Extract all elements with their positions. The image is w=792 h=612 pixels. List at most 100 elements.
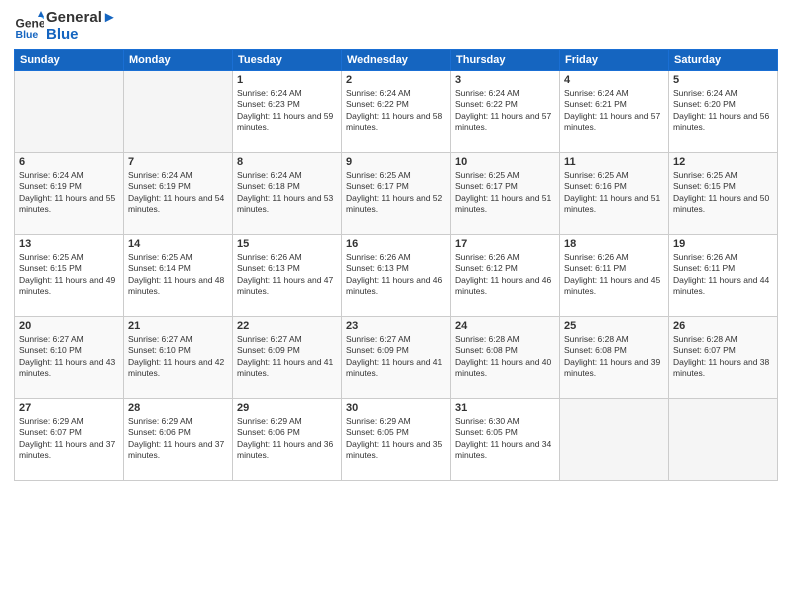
day-cell: 6 Sunrise: 6:24 AM Sunset: 6:19 PM Daylig… — [15, 153, 124, 235]
week-row-1: 1Sunrise: 6:24 AM Sunset: 6:23 PM Daylig… — [15, 71, 778, 153]
day-number: 28 — [128, 402, 228, 414]
day-cell: 17Sunrise: 6:26 AM Sunset: 6:12 PM Dayli… — [451, 235, 560, 317]
header: General Blue General► Blue — [14, 10, 778, 43]
day-info: Sunrise: 6:24 AM Sunset: 6:20 PM Dayligh… — [673, 88, 773, 134]
col-header-sunday: Sunday — [15, 50, 124, 71]
day-info: Sunrise: 6:29 AM Sunset: 6:05 PM Dayligh… — [346, 416, 446, 462]
day-number: 18 — [564, 238, 664, 250]
day-cell: 21Sunrise: 6:27 AM Sunset: 6:10 PM Dayli… — [124, 317, 233, 399]
logo-icon: General Blue — [14, 11, 44, 41]
day-cell — [124, 71, 233, 153]
day-number: 2 — [346, 74, 446, 86]
day-cell: 23 Sunrise: 6:27 AM Sunset: 6:09 PM Dayli… — [342, 317, 451, 399]
day-info: Sunrise: 6:25 AM Sunset: 6:17 PM Dayligh… — [346, 170, 446, 216]
day-info: Sunrise: 6:30 AM Sunset: 6:05 PM Dayligh… — [455, 416, 555, 462]
day-number: 4 — [564, 74, 664, 86]
day-number: 8 — [237, 156, 337, 168]
day-cell: 30 Sunrise: 6:29 AM Sunset: 6:05 PM Dayli… — [342, 399, 451, 481]
day-info: Sunrise: 6:27 AM Sunset: 6:09 PM Dayligh… — [237, 334, 337, 380]
day-info: Sunrise: 6:26 AM Sunset: 6:13 PM Dayligh… — [237, 252, 337, 298]
day-number: 12 — [673, 156, 773, 168]
col-header-monday: Monday — [124, 50, 233, 71]
day-number: 19 — [673, 238, 773, 250]
day-cell: 8 Sunrise: 6:24 AM Sunset: 6:18 PM Daylig… — [233, 153, 342, 235]
day-cell: 22 Sunrise: 6:27 AM Sunset: 6:09 PM Dayli… — [233, 317, 342, 399]
day-number: 16 — [346, 238, 446, 250]
day-cell: 26 Sunrise: 6:28 AM Sunset: 6:07 PM Dayli… — [669, 317, 778, 399]
day-number: 6 — [19, 156, 119, 168]
day-info: Sunrise: 6:26 AM Sunset: 6:12 PM Dayligh… — [455, 252, 555, 298]
day-cell — [560, 399, 669, 481]
svg-text:Blue: Blue — [16, 29, 39, 41]
calendar-table: SundayMondayTuesdayWednesdayThursdayFrid… — [14, 49, 778, 481]
week-row-2: 6 Sunrise: 6:24 AM Sunset: 6:19 PM Daylig… — [15, 153, 778, 235]
week-row-4: 20 Sunrise: 6:27 AM Sunset: 6:10 PM Dayli… — [15, 317, 778, 399]
day-info: Sunrise: 6:24 AM Sunset: 6:18 PM Dayligh… — [237, 170, 337, 216]
day-number: 10 — [455, 156, 555, 168]
day-info: Sunrise: 6:29 AM Sunset: 6:06 PM Dayligh… — [128, 416, 228, 462]
day-number: 20 — [19, 320, 119, 332]
day-cell: 13Sunrise: 6:25 AM Sunset: 6:15 PM Dayli… — [15, 235, 124, 317]
day-info: Sunrise: 6:24 AM Sunset: 6:22 PM Dayligh… — [455, 88, 555, 134]
day-number: 14 — [128, 238, 228, 250]
day-cell: 7Sunrise: 6:24 AM Sunset: 6:19 PM Daylig… — [124, 153, 233, 235]
day-cell: 4 Sunrise: 6:24 AM Sunset: 6:21 PM Daylig… — [560, 71, 669, 153]
day-info: Sunrise: 6:24 AM Sunset: 6:21 PM Dayligh… — [564, 88, 664, 134]
day-number: 23 — [346, 320, 446, 332]
day-info: Sunrise: 6:25 AM Sunset: 6:15 PM Dayligh… — [673, 170, 773, 216]
day-info: Sunrise: 6:24 AM Sunset: 6:19 PM Dayligh… — [19, 170, 119, 216]
day-cell: 5 Sunrise: 6:24 AM Sunset: 6:20 PM Daylig… — [669, 71, 778, 153]
day-info: Sunrise: 6:25 AM Sunset: 6:17 PM Dayligh… — [455, 170, 555, 216]
day-cell: 12 Sunrise: 6:25 AM Sunset: 6:15 PM Dayli… — [669, 153, 778, 235]
day-cell: 14 Sunrise: 6:25 AM Sunset: 6:14 PM Dayli… — [124, 235, 233, 317]
week-row-5: 27Sunrise: 6:29 AM Sunset: 6:07 PM Dayli… — [15, 399, 778, 481]
day-cell: 28 Sunrise: 6:29 AM Sunset: 6:06 PM Dayli… — [124, 399, 233, 481]
day-cell — [669, 399, 778, 481]
day-cell — [15, 71, 124, 153]
calendar-container: General Blue General► Blue SundayMondayT… — [0, 0, 792, 612]
day-cell: 27Sunrise: 6:29 AM Sunset: 6:07 PM Dayli… — [15, 399, 124, 481]
day-number: 1 — [237, 74, 337, 86]
day-info: Sunrise: 6:29 AM Sunset: 6:06 PM Dayligh… — [237, 416, 337, 462]
day-cell: 9 Sunrise: 6:25 AM Sunset: 6:17 PM Daylig… — [342, 153, 451, 235]
day-cell: 25Sunrise: 6:28 AM Sunset: 6:08 PM Dayli… — [560, 317, 669, 399]
day-number: 15 — [237, 238, 337, 250]
day-cell: 10 Sunrise: 6:25 AM Sunset: 6:17 PM Dayli… — [451, 153, 560, 235]
day-cell: 16Sunrise: 6:26 AM Sunset: 6:13 PM Dayli… — [342, 235, 451, 317]
day-number: 26 — [673, 320, 773, 332]
day-number: 21 — [128, 320, 228, 332]
day-number: 11 — [564, 156, 664, 168]
day-number: 30 — [346, 402, 446, 414]
day-number: 3 — [455, 74, 555, 86]
col-header-tuesday: Tuesday — [233, 50, 342, 71]
day-number: 9 — [346, 156, 446, 168]
day-cell: 20 Sunrise: 6:27 AM Sunset: 6:10 PM Dayli… — [15, 317, 124, 399]
day-cell: 11Sunrise: 6:25 AM Sunset: 6:16 PM Dayli… — [560, 153, 669, 235]
day-info: Sunrise: 6:24 AM Sunset: 6:22 PM Dayligh… — [346, 88, 446, 134]
day-info: Sunrise: 6:25 AM Sunset: 6:14 PM Dayligh… — [128, 252, 228, 298]
day-info: Sunrise: 6:28 AM Sunset: 6:07 PM Dayligh… — [673, 334, 773, 380]
logo-line2: Blue — [46, 27, 117, 44]
week-row-3: 13Sunrise: 6:25 AM Sunset: 6:15 PM Dayli… — [15, 235, 778, 317]
day-cell: 3 Sunrise: 6:24 AM Sunset: 6:22 PM Daylig… — [451, 71, 560, 153]
day-info: Sunrise: 6:27 AM Sunset: 6:09 PM Dayligh… — [346, 334, 446, 380]
day-number: 5 — [673, 74, 773, 86]
day-cell: 31Sunrise: 6:30 AM Sunset: 6:05 PM Dayli… — [451, 399, 560, 481]
day-number: 27 — [19, 402, 119, 414]
day-info: Sunrise: 6:27 AM Sunset: 6:10 PM Dayligh… — [19, 334, 119, 380]
day-cell: 24Sunrise: 6:28 AM Sunset: 6:08 PM Dayli… — [451, 317, 560, 399]
day-info: Sunrise: 6:26 AM Sunset: 6:11 PM Dayligh… — [564, 252, 664, 298]
day-cell: 1Sunrise: 6:24 AM Sunset: 6:23 PM Daylig… — [233, 71, 342, 153]
day-info: Sunrise: 6:28 AM Sunset: 6:08 PM Dayligh… — [455, 334, 555, 380]
col-header-thursday: Thursday — [451, 50, 560, 71]
day-cell: 19Sunrise: 6:26 AM Sunset: 6:11 PM Dayli… — [669, 235, 778, 317]
col-header-saturday: Saturday — [669, 50, 778, 71]
day-number: 22 — [237, 320, 337, 332]
day-cell: 29 Sunrise: 6:29 AM Sunset: 6:06 PM Dayli… — [233, 399, 342, 481]
col-header-wednesday: Wednesday — [342, 50, 451, 71]
day-number: 25 — [564, 320, 664, 332]
day-number: 29 — [237, 402, 337, 414]
header-row: SundayMondayTuesdayWednesdayThursdayFrid… — [15, 50, 778, 71]
day-cell: 18 Sunrise: 6:26 AM Sunset: 6:11 PM Dayli… — [560, 235, 669, 317]
day-cell: 2 Sunrise: 6:24 AM Sunset: 6:22 PM Daylig… — [342, 71, 451, 153]
